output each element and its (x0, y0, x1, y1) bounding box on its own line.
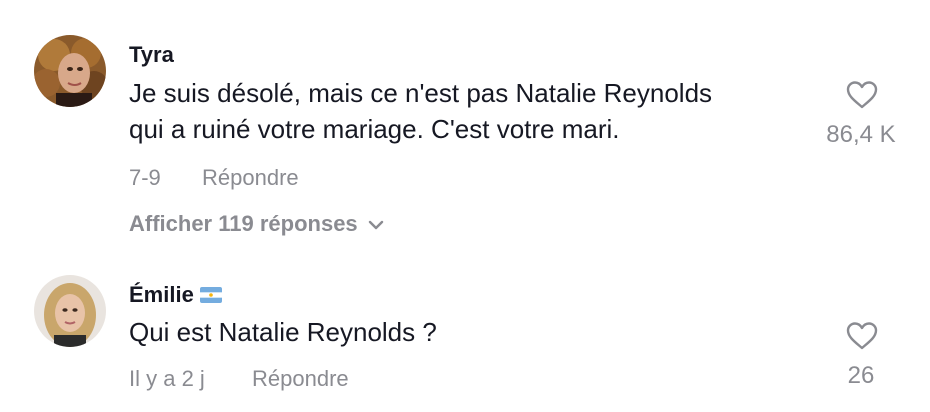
comment-date: Il y a 2 j (129, 366, 205, 391)
comment-text-line: qui a ruiné votre mariage. C'est votre m… (129, 114, 620, 144)
comment-item: Émilie Qui est Natalie Reynolds ? Il y a… (0, 250, 930, 412)
heart-icon (846, 322, 878, 350)
comment-text-line: Qui est Natalie Reynolds ? (129, 317, 437, 347)
view-replies-label: Afficher 119 réponses (129, 211, 358, 236)
heart-icon (846, 81, 878, 109)
user-avatar[interactable] (34, 275, 106, 347)
comment-username[interactable]: Émilie (129, 282, 222, 308)
reply-button[interactable]: Répondre (252, 366, 349, 392)
like-count: 26 (847, 362, 875, 389)
reply-button[interactable]: Répondre (202, 165, 299, 191)
comment-date: 7-9 (129, 165, 161, 190)
comment-text-line: Je suis désolé, mais ce n'est pas Natali… (129, 78, 713, 108)
comment-username-label: Émilie (129, 282, 194, 307)
avatar-curly-hair-icon (34, 35, 106, 107)
comment-username[interactable]: Tyra (129, 42, 174, 68)
argentina-flag-icon (199, 287, 222, 303)
like-button[interactable] (812, 80, 912, 110)
comment-text: Qui est Natalie Reynolds ? (129, 314, 437, 350)
user-avatar[interactable] (34, 35, 106, 107)
comment-text: Je suis désolé, mais ce n'est pas Natali… (129, 75, 712, 147)
view-replies-button[interactable]: Afficher 119 réponses (129, 210, 384, 237)
like-button[interactable] (812, 321, 912, 351)
comment-item: Tyra Je suis désolé, mais ce n'est pas N… (0, 0, 930, 250)
avatar-blonde-hair-icon (34, 275, 106, 347)
like-count: 86,4 K (826, 121, 896, 148)
chevron-down-icon (368, 210, 384, 236)
